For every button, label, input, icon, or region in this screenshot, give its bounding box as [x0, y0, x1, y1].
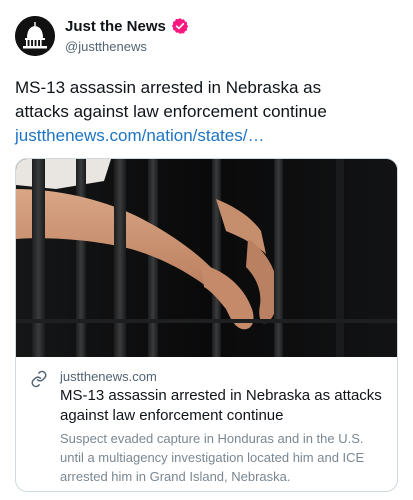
card-title[interactable]: MS-13 assassin arrested in Nebraska as a…	[60, 386, 383, 426]
card-body: justthenews.com MS-13 assassin arrested …	[16, 357, 397, 491]
hands-through-jail-bars-image[interactable]	[16, 159, 397, 357]
post-text: MS-13 assassin arrested in Nebraska as a…	[15, 76, 400, 148]
card-description: Suspect evaded capture in Honduras and i…	[60, 431, 365, 484]
link-preview-card[interactable]: justthenews.com MS-13 assassin arrested …	[15, 158, 398, 492]
account-info: Just the News @justthenews	[65, 17, 189, 56]
display-name[interactable]: Just the News	[65, 17, 166, 36]
verified-badge-icon	[171, 17, 189, 35]
capitol-dome-icon	[15, 16, 55, 56]
post-text-line-2: attacks against law enforcement continue	[15, 102, 327, 121]
social-post: Just the News @justthenews MS-13 assassi…	[0, 0, 413, 500]
post-header: Just the News @justthenews	[15, 16, 189, 56]
card-domain: justthenews.com	[60, 369, 157, 384]
account-handle[interactable]: @justthenews	[65, 38, 189, 56]
post-link[interactable]: justthenews.com/nation/states/…	[15, 124, 400, 148]
name-row: Just the News	[65, 17, 189, 36]
avatar[interactable]	[15, 16, 55, 56]
post-text-line-1: MS-13 assassin arrested in Nebraska as	[15, 78, 322, 97]
link-icon	[30, 370, 48, 388]
